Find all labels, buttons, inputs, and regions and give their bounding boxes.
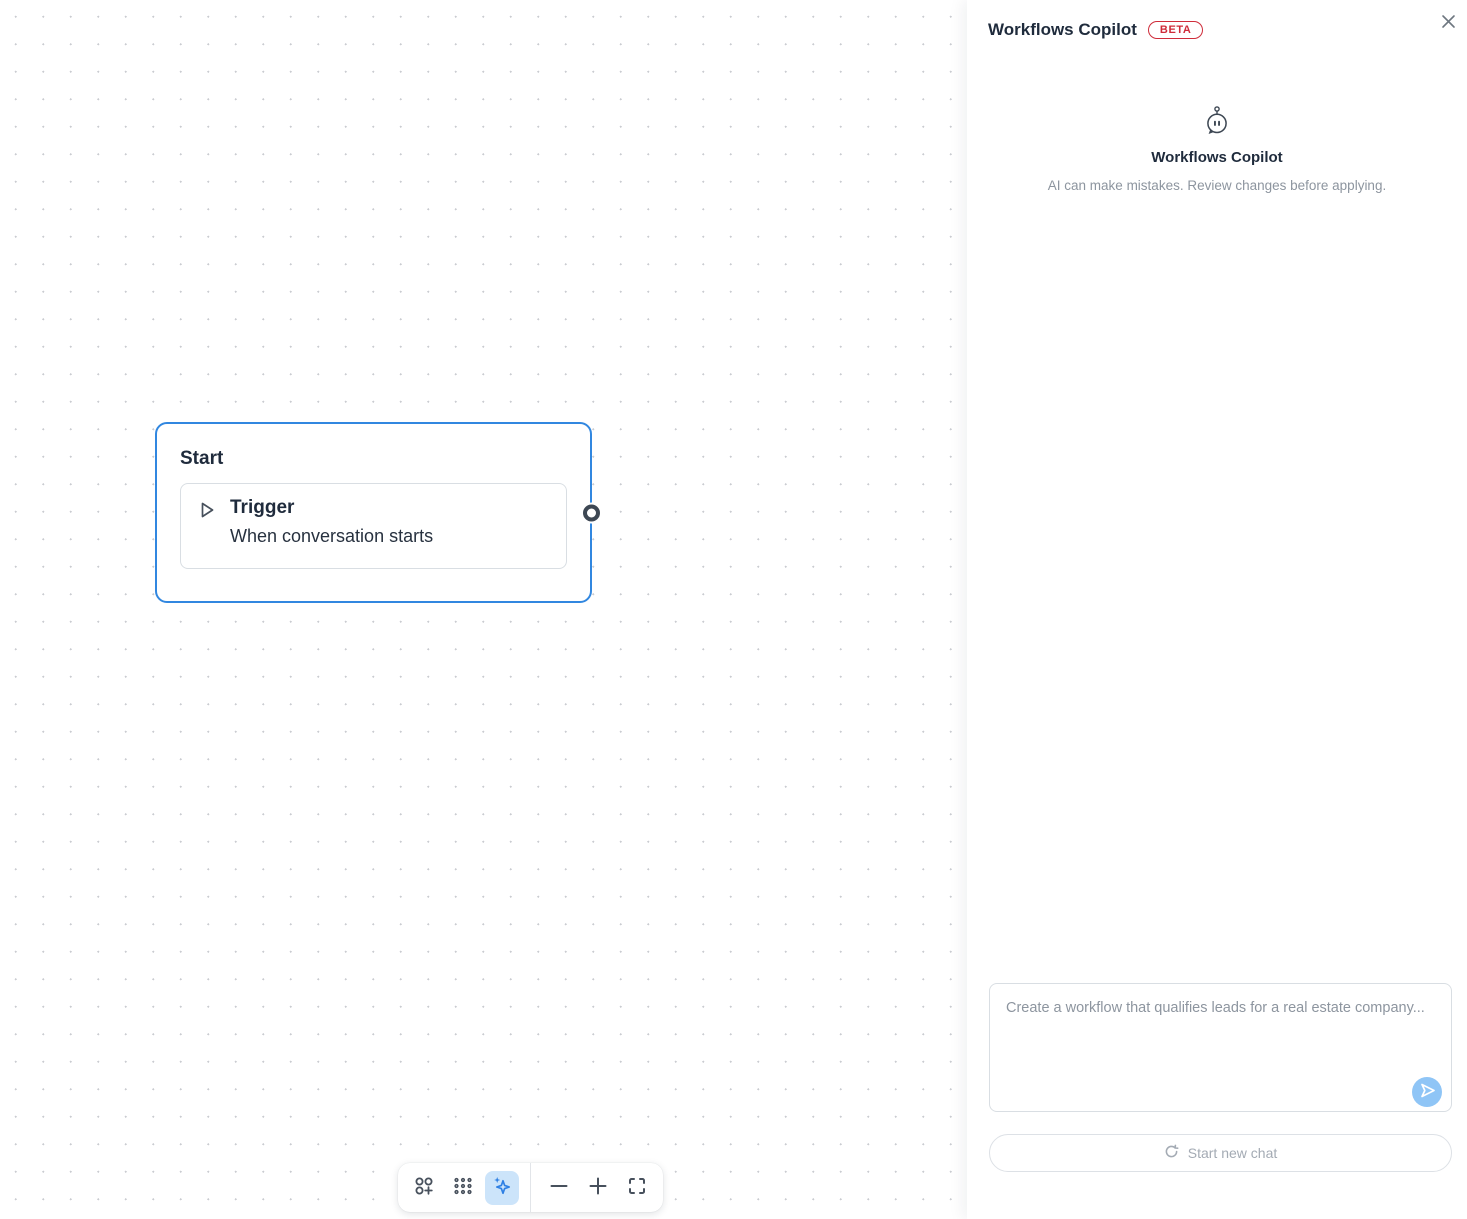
panel-title: Workflows Copilot	[988, 20, 1137, 39]
copilot-panel: Workflows Copilot BETA Workflows Copilot…	[967, 0, 1467, 1219]
add-node-icon	[412, 1174, 436, 1201]
close-icon	[1441, 14, 1456, 32]
grid-dots-icon	[451, 1174, 475, 1201]
trigger-label: Trigger	[230, 497, 295, 518]
fit-view-icon	[625, 1174, 649, 1201]
copilot-panel-header: Workflows Copilot BETA	[967, 0, 1467, 40]
toolbar-divider	[530, 1163, 531, 1212]
empty-state-title: Workflows Copilot	[1151, 149, 1283, 166]
sparkles-icon	[490, 1174, 514, 1201]
zoom-out-button[interactable]	[542, 1171, 576, 1205]
workflow-builder-app: Start Trigger When conversation starts W…	[0, 0, 1467, 1219]
bot-chat-bubble-icon	[1203, 106, 1231, 139]
ai-assistant-button[interactable]	[485, 1170, 519, 1205]
empty-state-caption: AI can make mistakes. Review changes bef…	[1047, 178, 1387, 193]
start-node-title: Start	[180, 448, 224, 469]
add-node-button[interactable]	[407, 1171, 441, 1205]
send-button[interactable]	[1412, 1077, 1442, 1107]
trigger-description: When conversation starts	[230, 526, 434, 546]
workflow-canvas[interactable]: Start Trigger When conversation starts	[0, 0, 967, 1219]
canvas-toolbar	[398, 1163, 663, 1212]
minus-icon	[547, 1174, 571, 1201]
start-node[interactable]: Start Trigger When conversation starts	[155, 422, 600, 603]
zoom-in-button[interactable]	[581, 1171, 615, 1205]
grid-view-button[interactable]	[446, 1171, 480, 1205]
restart-icon	[1164, 1144, 1179, 1162]
composer-area: Start new chat	[967, 983, 1467, 1219]
close-panel-button[interactable]	[1436, 11, 1460, 35]
play-icon	[197, 500, 217, 525]
copilot-prompt-input[interactable]	[989, 983, 1452, 1112]
start-new-chat-button[interactable]: Start new chat	[989, 1134, 1452, 1172]
fit-view-button[interactable]	[620, 1171, 654, 1205]
copilot-empty-state: Workflows Copilot AI can make mistakes. …	[967, 104, 1467, 193]
paper-plane-icon	[1419, 1082, 1436, 1102]
start-new-chat-label: Start new chat	[1187, 1145, 1278, 1161]
plus-icon	[586, 1174, 610, 1201]
trigger-card[interactable]: Trigger When conversation starts	[180, 483, 567, 569]
node-output-handle[interactable]	[583, 504, 600, 521]
beta-badge: BETA	[1147, 21, 1204, 39]
